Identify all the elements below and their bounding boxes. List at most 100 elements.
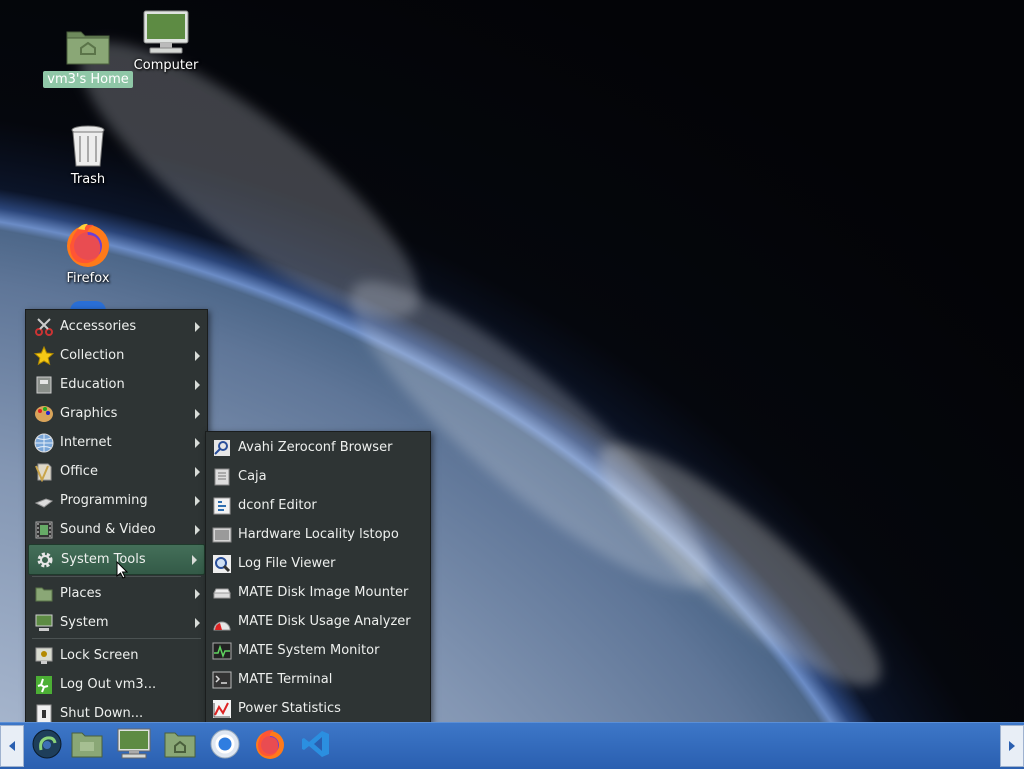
submenu-arrow-icon [192,555,197,565]
submenu-item-disk-usage[interactable]: MATE Disk Usage Analyzer [206,607,430,636]
vscode-icon [301,729,331,763]
disk-image-icon [211,582,233,604]
menu-item-sound-video[interactable]: Sound & Video [26,515,207,544]
menu-item-log-out[interactable]: Log Out vm3... [26,670,207,699]
menu-item-office[interactable]: Office [26,457,207,486]
palette-icon [33,403,55,425]
desktop-icon-trash[interactable]: Trash [43,122,133,188]
folder-icon [33,583,55,605]
star-icon [33,345,55,367]
desktop-icon-label: Computer [133,58,199,73]
taskbar-chromium-button[interactable] [208,729,242,763]
panel-scroll-right-button[interactable] [1000,725,1024,767]
menu-item-label: Power Statistics [238,701,341,716]
menu-item-label: System Tools [61,552,146,567]
submenu-item-disk-image-mounter[interactable]: MATE Disk Image Mounter [206,578,430,607]
files-icon [71,729,103,763]
taskbar-computer-button[interactable] [117,728,151,764]
desktop-icon-computer[interactable]: Computer [121,8,211,74]
firefox-icon [64,221,112,269]
taskbar-menu-button[interactable] [30,729,64,763]
applications-menu: Accessories Collection Education Graphic… [25,309,208,724]
film-icon [33,519,55,541]
trash-icon [64,122,112,170]
menu-item-label: MATE System Monitor [238,643,380,658]
lock-screen-icon [33,645,55,667]
computer-icon [142,8,190,56]
disk-usage-icon [211,611,233,633]
hardware-icon [211,524,233,546]
office-icon [33,461,55,483]
firefox-icon [254,728,286,764]
menu-item-collection[interactable]: Collection [26,341,207,370]
menu-item-system[interactable]: System [26,608,207,637]
submenu-arrow-icon [195,496,200,506]
menu-item-graphics[interactable]: Graphics [26,399,207,428]
menu-item-label: Accessories [60,319,137,334]
arrow-right-icon [1009,741,1015,751]
submenu-arrow-icon [195,525,200,535]
menu-item-internet[interactable]: Internet [26,428,207,457]
submenu-arrow-icon [195,322,200,332]
panel-scroll-left-button[interactable] [0,725,24,767]
terminal-icon [211,669,233,691]
taskbar-vscode-button[interactable] [299,729,333,763]
menu-item-programming[interactable]: Programming [26,486,207,515]
desktop-icon-firefox[interactable]: Firefox [43,221,133,287]
desktop-icon-label: vm3's Home [43,71,133,88]
submenu-arrow-icon [195,409,200,419]
home-folder-icon [64,22,112,70]
logout-icon [33,674,55,696]
submenu-item-avahi[interactable]: Avahi Zeroconf Browser [206,433,430,462]
menu-item-label: dconf Editor [238,498,317,513]
submenu-arrow-icon [195,380,200,390]
gear-icon [34,549,56,571]
menu-icon [31,728,63,764]
desktop-icon-home[interactable]: vm3's Home [43,22,133,88]
arrow-left-icon [9,741,15,751]
chromium-icon [209,728,241,764]
menu-item-label: Hardware Locality lstopo [238,527,399,542]
taskbar-files-button[interactable] [70,729,104,763]
submenu-arrow-icon [195,351,200,361]
network-search-icon [211,437,233,459]
submenu-item-caja[interactable]: Caja [206,462,430,491]
menu-separator [32,638,201,639]
submenu-arrow-icon [195,467,200,477]
menu-item-label: MATE Terminal [238,672,333,687]
menu-item-label: Graphics [60,406,118,421]
menu-item-label: Sound & Video [60,522,156,537]
book-icon [33,374,55,396]
menu-item-lock-screen[interactable]: Lock Screen [26,641,207,670]
desktop-icon-label: Firefox [66,271,110,286]
menu-item-label: Avahi Zeroconf Browser [238,440,393,455]
menu-item-label: Office [60,464,98,479]
submenu-item-dconf[interactable]: dconf Editor [206,491,430,520]
submenu-item-system-monitor[interactable]: MATE System Monitor [206,636,430,665]
submenu-item-terminal[interactable]: MATE Terminal [206,665,430,694]
menu-item-label: Log Out vm3... [60,677,157,692]
submenu-arrow-icon [195,589,200,599]
submenu-item-lstopo[interactable]: Hardware Locality lstopo [206,520,430,549]
submenu-item-power-statistics[interactable]: Power Statistics [206,694,430,723]
menu-item-label: Education [60,377,125,392]
submenu-arrow-icon [195,618,200,628]
menu-item-label: Caja [238,469,267,484]
system-monitor-icon [211,640,233,662]
file-manager-icon [211,466,233,488]
code-icon [33,490,55,512]
computer-icon [117,728,151,764]
system-tools-submenu: Avahi Zeroconf Browser Caja dconf Editor… [205,431,431,724]
monitor-icon [33,612,55,634]
menu-item-label: MATE Disk Image Mounter [238,585,409,600]
menu-item-places[interactable]: Places [26,579,207,608]
menu-item-label: Log File Viewer [238,556,336,571]
menu-item-label: MATE Disk Usage Analyzer [238,614,411,629]
menu-item-accessories[interactable]: Accessories [26,312,207,341]
taskbar-home-folder-button[interactable] [163,729,197,763]
taskbar-firefox-button[interactable] [253,729,287,763]
menu-item-label: System [60,615,109,630]
menu-item-education[interactable]: Education [26,370,207,399]
submenu-item-log-viewer[interactable]: Log File Viewer [206,549,430,578]
menu-item-label: Lock Screen [60,648,139,663]
